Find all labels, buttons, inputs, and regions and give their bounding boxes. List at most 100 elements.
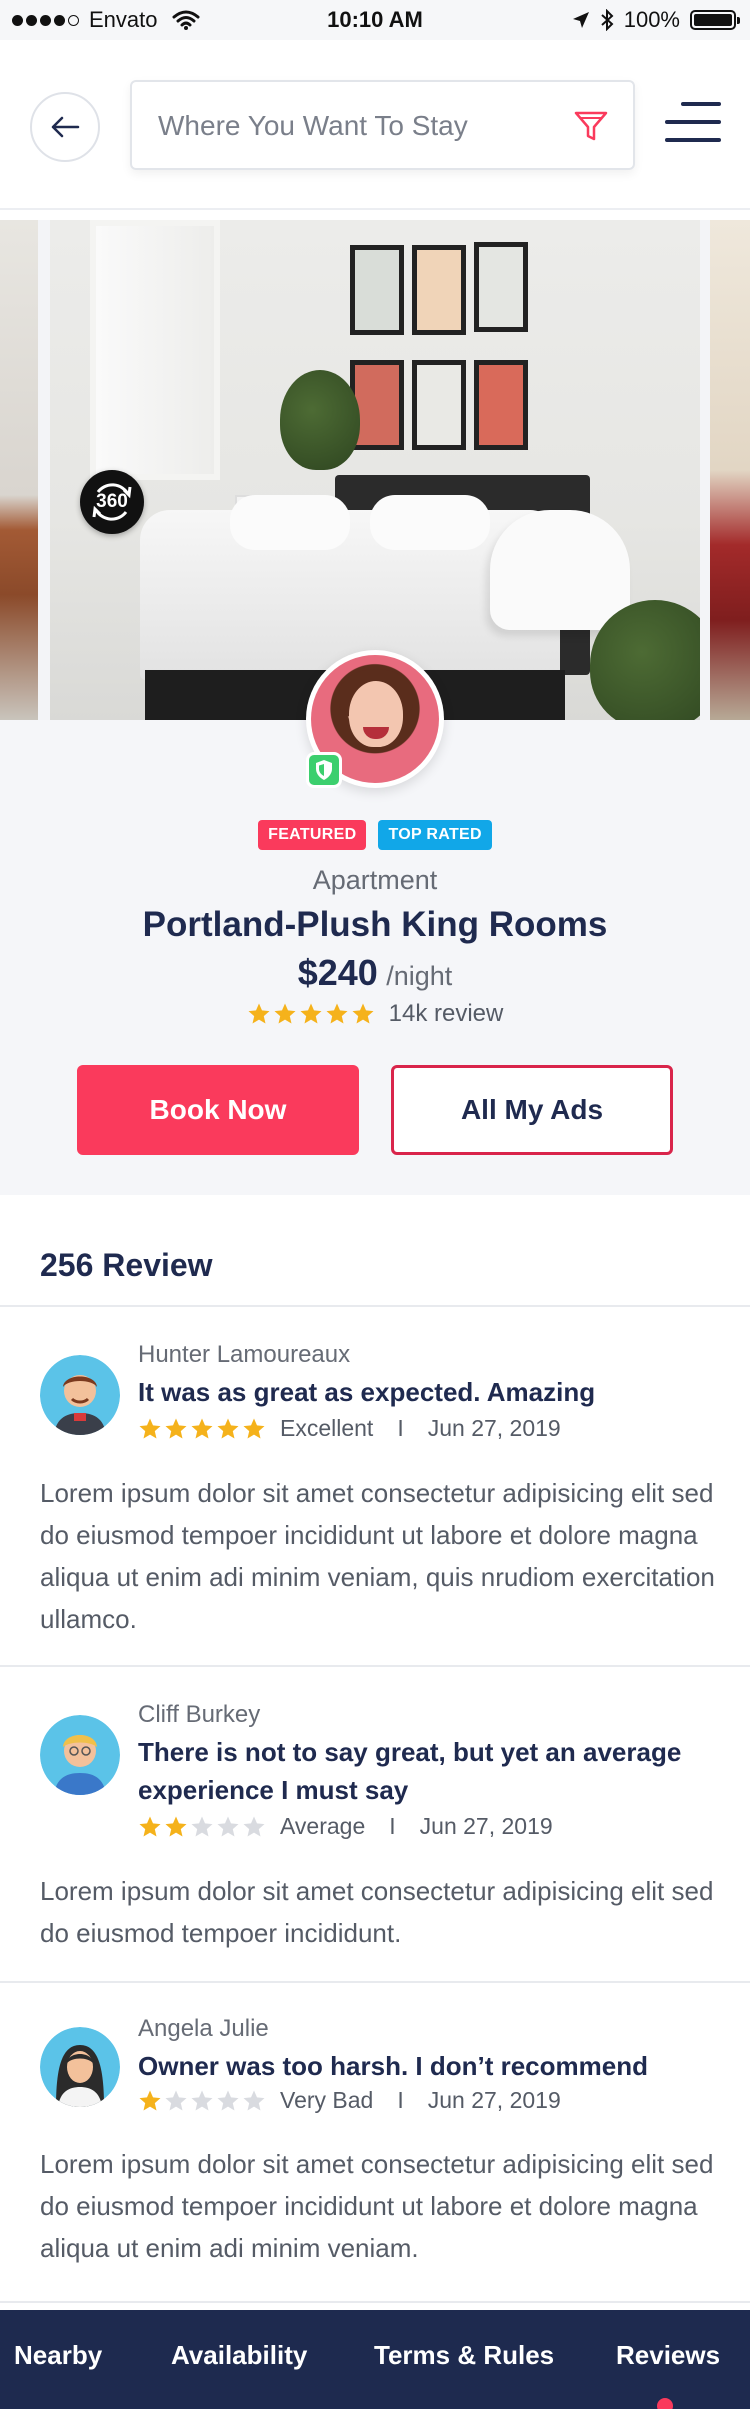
photo-plant bbox=[280, 370, 360, 470]
battery-icon bbox=[690, 10, 740, 30]
rating-label: Average bbox=[280, 1813, 366, 1839]
meta-separator: I bbox=[397, 1415, 404, 1441]
menu-button[interactable] bbox=[665, 102, 721, 146]
reviewer-avatar bbox=[40, 1355, 120, 1435]
photo-chair bbox=[490, 510, 630, 630]
star-empty-icon bbox=[217, 2090, 239, 2110]
photo-pillow bbox=[370, 495, 490, 550]
reviewer-name: Angela Julie bbox=[138, 2015, 269, 2042]
meta-separator: I bbox=[397, 2087, 404, 2113]
star-filled-icon bbox=[274, 1003, 296, 1024]
search-bar bbox=[130, 80, 635, 170]
location-arrow-icon bbox=[572, 12, 589, 28]
rating-label: Excellent bbox=[280, 1415, 374, 1441]
photo-window bbox=[90, 220, 220, 480]
all-my-ads-button[interactable]: All My Ads bbox=[391, 1065, 673, 1155]
bottom-tab-bar: Nearby Availability Terms & Rules Review… bbox=[0, 2310, 750, 2409]
review-item: Hunter Lamoureaux It was as great as exp… bbox=[0, 1307, 750, 1667]
verified-shield-icon bbox=[306, 752, 342, 788]
reviewer-name: Cliff Burkey bbox=[138, 1701, 261, 1728]
tab-nearby[interactable]: Nearby bbox=[14, 2340, 102, 2371]
review-headline: There is not to say great, but yet an av… bbox=[138, 1737, 682, 1805]
tab-availability[interactable]: Availability bbox=[171, 2340, 307, 2371]
rating-stars bbox=[247, 1002, 375, 1026]
photo-frame bbox=[412, 245, 466, 335]
review-date: Jun 27, 2019 bbox=[419, 1813, 553, 1839]
listing-tags: FEATURED TOP RATED bbox=[0, 820, 750, 850]
badge-360-label: 360 bbox=[96, 491, 128, 512]
menu-line bbox=[681, 102, 721, 106]
review-item: Angela Julie Owner was too harsh. I don’… bbox=[0, 1983, 750, 2303]
review-stars bbox=[138, 2089, 266, 2113]
price-unit: /night bbox=[386, 961, 453, 991]
tab-reviews[interactable]: Reviews bbox=[616, 2340, 720, 2371]
review-body: Lorem ipsum dolor sit amet consectetur a… bbox=[40, 1876, 714, 1948]
review-body: Lorem ipsum dolor sit amet consectetur a… bbox=[40, 2149, 714, 2263]
photo-frame bbox=[412, 360, 466, 450]
review-body: Lorem ipsum dolor sit amet consectetur a… bbox=[40, 1478, 715, 1634]
reviewer-avatar bbox=[40, 1715, 120, 1795]
status-bar: Envato 10:10 AM 100% bbox=[0, 0, 750, 40]
bluetooth-icon bbox=[601, 9, 614, 31]
reviewer-name: Hunter Lamoureaux bbox=[138, 1341, 351, 1368]
star-filled-icon bbox=[139, 1816, 161, 1836]
gallery-photo-prev[interactable] bbox=[0, 220, 38, 720]
photo-pillow bbox=[230, 495, 350, 550]
photo-frame bbox=[474, 242, 528, 332]
listing-summary: FEATURED TOP RATED Apartment Portland-Pl… bbox=[0, 650, 750, 1195]
review-count: 14k review bbox=[388, 1000, 504, 1027]
view-360-button[interactable]: 360 bbox=[80, 470, 144, 534]
star-empty-icon bbox=[191, 2090, 213, 2110]
star-filled-icon bbox=[139, 2090, 161, 2110]
filter-button[interactable] bbox=[571, 106, 611, 146]
gallery-photo-next[interactable] bbox=[710, 220, 750, 720]
battery-percent: 100% bbox=[623, 7, 680, 32]
tab-terms-rules[interactable]: Terms & Rules bbox=[374, 2340, 554, 2371]
photo-frame bbox=[474, 360, 528, 450]
star-filled-icon bbox=[326, 1003, 348, 1024]
active-tab-indicator bbox=[657, 2398, 673, 2409]
review-headline: It was as great as expected. Amazing bbox=[138, 1377, 596, 1407]
review-stars bbox=[138, 1417, 266, 1441]
star-filled-icon bbox=[165, 1418, 187, 1438]
review-date: Jun 27, 2019 bbox=[427, 2087, 561, 2113]
reviews-heading: 256 Review bbox=[40, 1247, 213, 1283]
listing-title: Portland-Plush King Rooms bbox=[142, 905, 608, 944]
top-header bbox=[0, 40, 750, 210]
menu-line bbox=[665, 138, 721, 142]
filter-icon bbox=[574, 111, 608, 141]
star-empty-icon bbox=[243, 2090, 265, 2110]
star-filled-icon bbox=[243, 1418, 265, 1438]
top-rated-badge: TOP RATED bbox=[378, 820, 492, 850]
reviews-header: 256 Review bbox=[0, 1195, 750, 1307]
back-button[interactable] bbox=[30, 92, 100, 162]
review-meta: Average I Jun 27, 2019 bbox=[138, 1813, 553, 1840]
review-stars bbox=[138, 1815, 266, 1839]
rating-label: Very Bad bbox=[280, 2087, 374, 2113]
price-row: $240 /night bbox=[0, 952, 750, 994]
star-filled-icon bbox=[248, 1003, 270, 1024]
star-empty-icon bbox=[217, 1816, 239, 1836]
star-filled-icon bbox=[300, 1003, 322, 1024]
review-date: Jun 27, 2019 bbox=[427, 1415, 561, 1441]
star-empty-icon bbox=[165, 2090, 187, 2110]
property-type: Apartment bbox=[312, 865, 438, 895]
review-meta: Excellent I Jun 27, 2019 bbox=[138, 1415, 561, 1442]
featured-badge: FEATURED bbox=[258, 820, 367, 850]
book-now-button[interactable]: Book Now bbox=[77, 1065, 359, 1155]
menu-line bbox=[665, 120, 721, 124]
photo-frame bbox=[350, 245, 404, 335]
price-value: $240 bbox=[297, 952, 378, 993]
reviewer-avatar bbox=[40, 2027, 120, 2107]
star-filled-icon bbox=[165, 1816, 187, 1836]
star-filled-icon bbox=[139, 1418, 161, 1438]
photo-gallery[interactable]: 360 bbox=[0, 220, 750, 720]
search-input[interactable] bbox=[158, 104, 558, 148]
review-meta: Very Bad I Jun 27, 2019 bbox=[138, 2087, 561, 2114]
gallery-photo-main[interactable] bbox=[50, 220, 700, 720]
review-item: Cliff Burkey There is not to say great, … bbox=[0, 1667, 750, 1983]
star-filled-icon bbox=[352, 1003, 374, 1024]
arrow-left-icon bbox=[51, 116, 80, 138]
listing-rating: 14k review bbox=[0, 1000, 750, 1028]
star-empty-icon bbox=[191, 1816, 213, 1836]
